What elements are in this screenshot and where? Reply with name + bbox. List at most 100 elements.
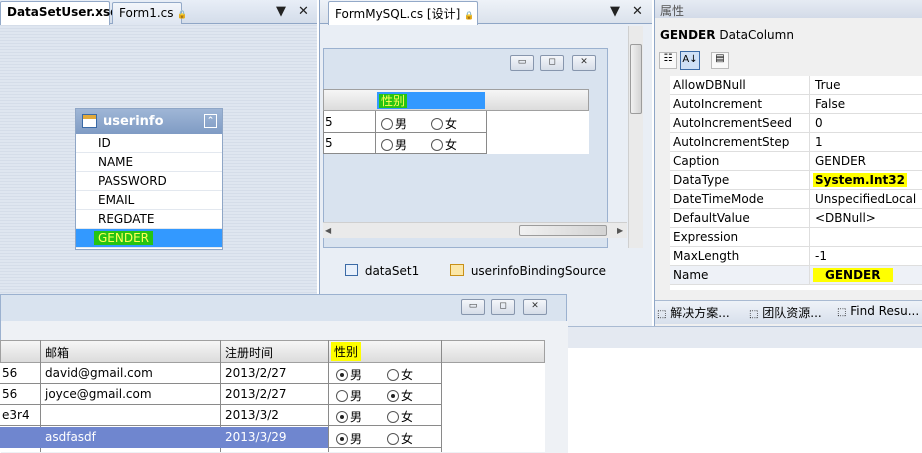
cell-date[interactable]: 2013/3/29 — [225, 430, 287, 444]
header-email[interactable]: 邮箱 — [45, 344, 69, 361]
component-userinfo-binding-source[interactable]: userinfoBindingSource — [450, 264, 606, 278]
tab-form1-cs[interactable]: Form1.cs 🔒 — [112, 2, 187, 24]
cell-date[interactable]: 2013/2/27 — [225, 366, 287, 380]
property-row-autoincrement[interactable]: AutoIncrement False — [670, 95, 922, 114]
radio-male[interactable]: 男 — [336, 366, 362, 383]
scroll-thumb[interactable] — [519, 225, 607, 236]
chevron-down-icon[interactable]: ▼ — [610, 4, 620, 19]
scroll-thumb[interactable] — [630, 44, 642, 114]
column-id[interactable]: ID — [76, 134, 222, 153]
property-row-defaultvalue[interactable]: DefaultValue <DBNull> — [670, 209, 922, 228]
cell-email[interactable]: asdfasdf — [45, 430, 96, 444]
properties-title: 属性 — [655, 0, 922, 18]
column-email[interactable]: EMAIL — [76, 191, 222, 210]
maximize-button[interactable]: ◻ — [540, 55, 564, 71]
radio-male[interactable]: 男 — [336, 408, 362, 425]
property-value[interactable]: True — [813, 78, 843, 92]
vertical-scrollbar[interactable] — [628, 26, 643, 248]
property-value[interactable]: 0 — [813, 116, 825, 130]
radio-icon — [387, 411, 399, 423]
radio-female[interactable]: 女 — [387, 366, 413, 383]
radio-label: 男 — [350, 368, 363, 382]
radio-male[interactable]: 男 — [336, 430, 362, 447]
property-row-autoincrementstep[interactable]: AutoIncrementStep 1 — [670, 133, 922, 152]
property-value[interactable]: -1 — [813, 249, 829, 263]
property-value[interactable]: System.Int32 — [813, 173, 907, 187]
header-regdate[interactable]: 注册时间 — [225, 344, 273, 361]
tab-label: Find Resu... — [850, 304, 920, 318]
collapse-icon[interactable]: ⌃ — [204, 114, 217, 128]
tab-find-results[interactable]: ⬚ Find Resu... — [837, 304, 919, 318]
userinfo-table[interactable]: userinfo ⌃ ID NAME PASSWORD EMAIL REGDAT… — [75, 108, 223, 250]
radio-female[interactable]: 女 — [387, 408, 413, 425]
property-value[interactable]: False — [813, 97, 847, 111]
minimize-button[interactable]: ▭ — [461, 299, 485, 315]
radio-label: 女 — [445, 138, 458, 152]
property-name: AutoIncrementStep — [673, 135, 790, 149]
object-type: DataColumn — [719, 28, 794, 42]
alphabetical-button[interactable]: A↓ — [680, 51, 700, 70]
component-dataset1[interactable]: dataSet1 — [345, 264, 419, 278]
property-value[interactable]: UnspecifiedLocal — [813, 192, 918, 206]
radio-icon — [381, 118, 393, 130]
close-button[interactable]: ✕ — [572, 55, 596, 71]
lock-icon: 🔒 — [464, 11, 475, 20]
close-button[interactable]: ✕ — [523, 299, 547, 315]
column-password[interactable]: PASSWORD — [76, 172, 222, 191]
property-row-allowdbnull[interactable]: AllowDBNull True — [670, 76, 922, 95]
property-name: Name — [673, 268, 709, 282]
scroll-right-icon[interactable]: ▶ — [617, 226, 623, 235]
scroll-left-icon[interactable]: ◀ — [325, 226, 331, 235]
property-row-datatype[interactable]: DataType System.Int32 — [670, 171, 922, 190]
property-row-maxlength[interactable]: MaxLength -1 — [670, 247, 922, 266]
minimize-button[interactable]: ▭ — [510, 55, 534, 71]
tab-team-explorer[interactable]: ⬚ 团队资源... — [749, 304, 822, 321]
radio-icon — [336, 411, 348, 423]
property-row-name[interactable]: Name GENDER — [670, 266, 922, 285]
property-row-autoincrementseed[interactable]: AutoIncrementSeed 0 — [670, 114, 922, 133]
runtime-datagrid[interactable]: 邮箱 注册时间 性别 56 david@gmail.com 2013/2/27 … — [0, 340, 545, 452]
maximize-button[interactable]: ◻ — [491, 299, 515, 315]
chevron-down-icon[interactable]: ▼ — [276, 4, 286, 19]
cell-email[interactable]: david@gmail.com — [45, 366, 153, 380]
tab-label: 团队资源... — [762, 306, 822, 320]
column-regdate[interactable]: REGDATE — [76, 210, 222, 229]
radio-female[interactable]: 女 — [387, 430, 413, 447]
cell-date[interactable]: 2013/3/2 — [225, 408, 279, 422]
tab-solution-explorer[interactable]: ⬚ 解决方案... — [657, 304, 730, 321]
table-header[interactable]: userinfo ⌃ — [76, 109, 222, 134]
tab-datasetuser-xsd[interactable]: DataSetUser.xsd — [0, 1, 119, 25]
property-value[interactable]: <DBNull> — [813, 211, 878, 225]
close-icon[interactable]: ✕ — [632, 4, 643, 19]
property-row-caption[interactable]: Caption GENDER — [670, 152, 922, 171]
radio-label: 男 — [350, 410, 363, 424]
close-icon[interactable]: ✕ — [298, 4, 309, 19]
column-name[interactable]: NAME — [76, 153, 222, 172]
binding-source-icon — [450, 264, 464, 276]
grid-divider — [323, 132, 487, 133]
grid-header-gender[interactable]: 性别 — [377, 92, 485, 109]
selected-object[interactable]: GENDER DataColumn — [660, 28, 794, 42]
property-pages-button[interactable]: ▤ — [711, 52, 729, 69]
header-gender[interactable]: 性别 — [331, 342, 362, 361]
property-row-datetimemode[interactable]: DateTimeMode UnspecifiedLocal — [670, 190, 922, 209]
radio-female[interactable]: 女 — [431, 115, 457, 132]
design-datagrid[interactable]: 性别 5 男 女 5 男 女 — [323, 89, 589, 154]
radio-female[interactable]: 女 — [431, 136, 457, 153]
table-row[interactable] — [0, 405, 441, 426]
property-value[interactable]: GENDER — [813, 154, 868, 168]
column-gender[interactable]: GENDER — [76, 229, 222, 248]
tab-formmysql-design[interactable]: FormMySQL.cs [设计] 🔒 — [328, 1, 478, 25]
horizontal-scrollbar[interactable]: ◀ ▶ — [323, 222, 627, 238]
categorized-button[interactable]: ☷ — [659, 52, 677, 69]
property-value[interactable]: 1 — [813, 135, 825, 149]
radio-male[interactable]: 男 — [336, 387, 362, 404]
cell-date[interactable]: 2013/2/27 — [225, 387, 287, 401]
radio-female[interactable]: 女 — [387, 387, 413, 404]
property-value[interactable]: GENDER — [813, 268, 893, 282]
radio-icon — [387, 390, 399, 402]
property-row-expression[interactable]: Expression — [670, 228, 922, 247]
cell-email[interactable]: joyce@gmail.com — [45, 387, 152, 401]
radio-male[interactable]: 男 — [381, 115, 407, 132]
radio-male[interactable]: 男 — [381, 136, 407, 153]
